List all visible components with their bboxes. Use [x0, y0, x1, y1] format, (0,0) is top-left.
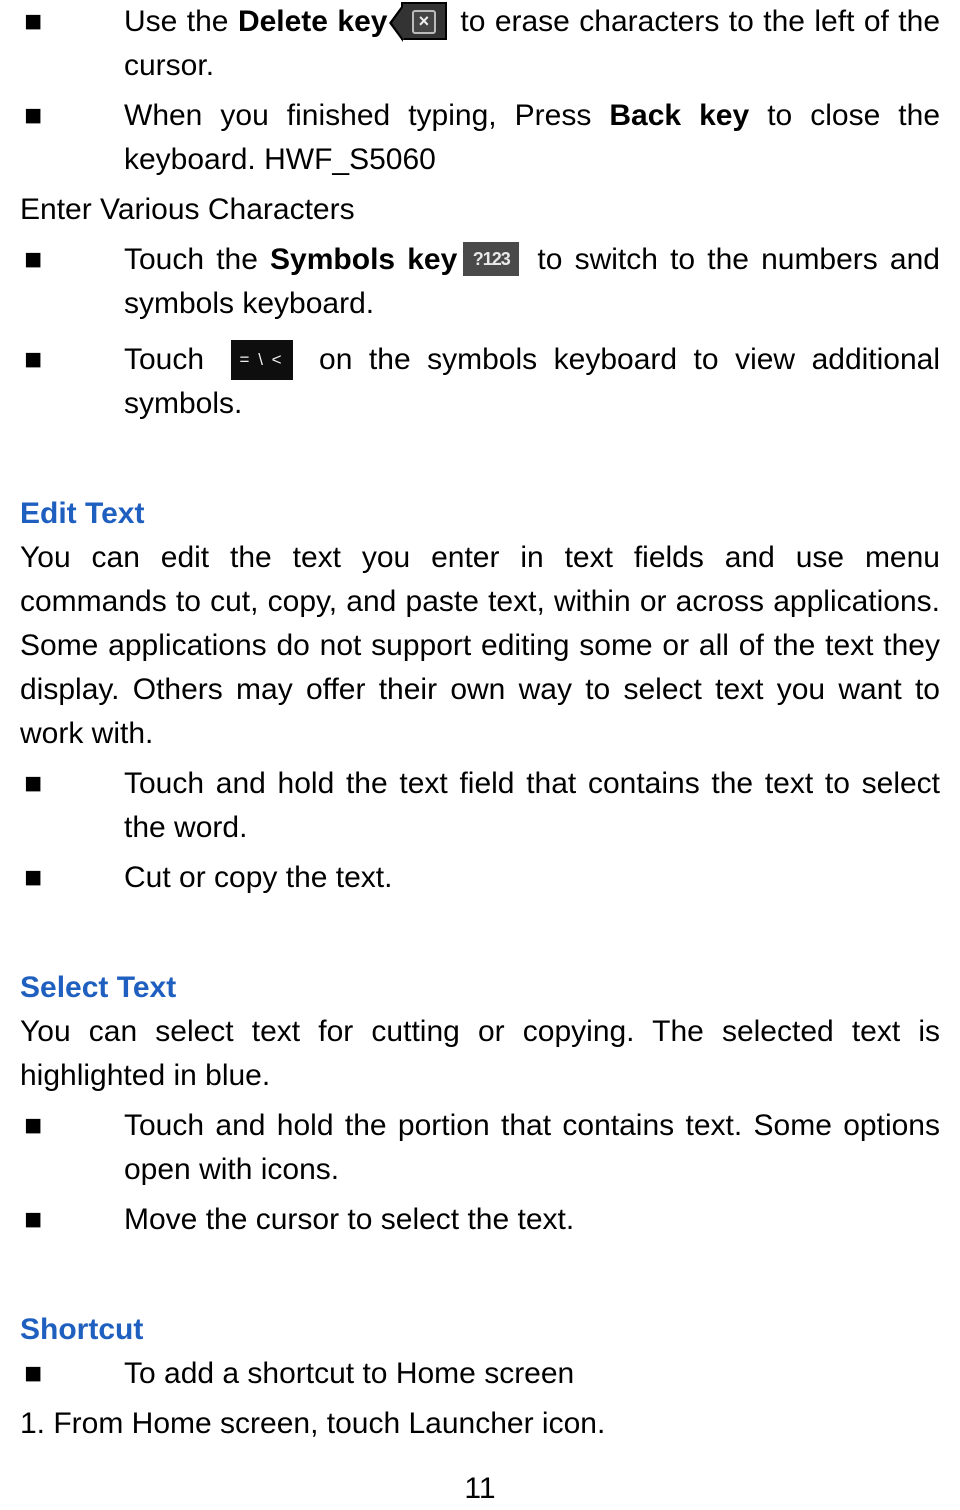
- list-item-text: Touch and hold the portion that contains…: [124, 1104, 940, 1192]
- bold-text: Delete key: [238, 5, 397, 38]
- list-item: ■ Touch and hold the portion that contai…: [20, 1104, 940, 1192]
- list-item: ■ Touch = \ < on the symbols keyboard to…: [20, 338, 940, 426]
- list-item: ■ Use the Delete key × to erase characte…: [20, 0, 940, 88]
- section-heading-shortcut: Shortcut: [20, 1308, 940, 1352]
- paragraph: You can edit the text you enter in text …: [20, 536, 940, 756]
- text: Touch: [124, 343, 221, 376]
- bullet-marker: ■: [20, 238, 124, 282]
- bullet-marker: ■: [20, 1198, 124, 1242]
- bullet-marker: ■: [20, 762, 124, 806]
- section-label: Enter Various Characters: [20, 188, 940, 232]
- list-item: ■ Touch and hold the text field that con…: [20, 762, 940, 850]
- list-item: ■ Cut or copy the text.: [20, 856, 940, 900]
- text: Use the: [124, 5, 238, 38]
- section-heading-select-text: Select Text: [20, 966, 940, 1010]
- extra-symbols-key-icon: = \ <: [231, 340, 293, 380]
- page-number: 11: [0, 1472, 960, 1506]
- bullet-marker: ■: [20, 856, 124, 900]
- bullet-marker: ■: [20, 94, 124, 138]
- bold-text: Symbols key: [270, 243, 457, 276]
- list-item: ■ Move the cursor to select the text.: [20, 1198, 940, 1242]
- text: Touch the: [124, 243, 270, 276]
- list-item-text: Use the Delete key × to erase characters…: [124, 0, 940, 88]
- numbered-step: 1. From Home screen, touch Launcher icon…: [20, 1402, 940, 1446]
- list-item-text: To add a shortcut to Home screen: [124, 1352, 940, 1396]
- document-page: ■ Use the Delete key × to erase characte…: [0, 0, 960, 1510]
- text: When you finished typing, Press: [124, 99, 609, 132]
- bullet-marker: ■: [20, 338, 124, 382]
- list-item-text: Touch the Symbols key?123 to switch to t…: [124, 238, 940, 326]
- list-item-text: Cut or copy the text.: [124, 856, 940, 900]
- bullet-marker: ■: [20, 0, 124, 44]
- section-heading-edit-text: Edit Text: [20, 492, 940, 536]
- list-item: ■ When you finished typing, Press Back k…: [20, 94, 940, 182]
- bold-text: Back key: [609, 99, 749, 132]
- list-item-text: When you finished typing, Press Back key…: [124, 94, 940, 182]
- list-item: ■ To add a shortcut to Home screen: [20, 1352, 940, 1396]
- bullet-marker: ■: [20, 1104, 124, 1148]
- symbols-key-icon: ?123: [463, 242, 519, 276]
- list-item-text: Move the cursor to select the text.: [124, 1198, 940, 1242]
- list-item: ■ Touch the Symbols key?123 to switch to…: [20, 238, 940, 326]
- bullet-marker: ■: [20, 1352, 124, 1396]
- list-item-text: Touch = \ < on the symbols keyboard to v…: [124, 338, 940, 426]
- paragraph: You can select text for cutting or copyi…: [20, 1010, 940, 1098]
- list-item-text: Touch and hold the text field that conta…: [124, 762, 940, 850]
- delete-key-icon: ×: [401, 2, 447, 40]
